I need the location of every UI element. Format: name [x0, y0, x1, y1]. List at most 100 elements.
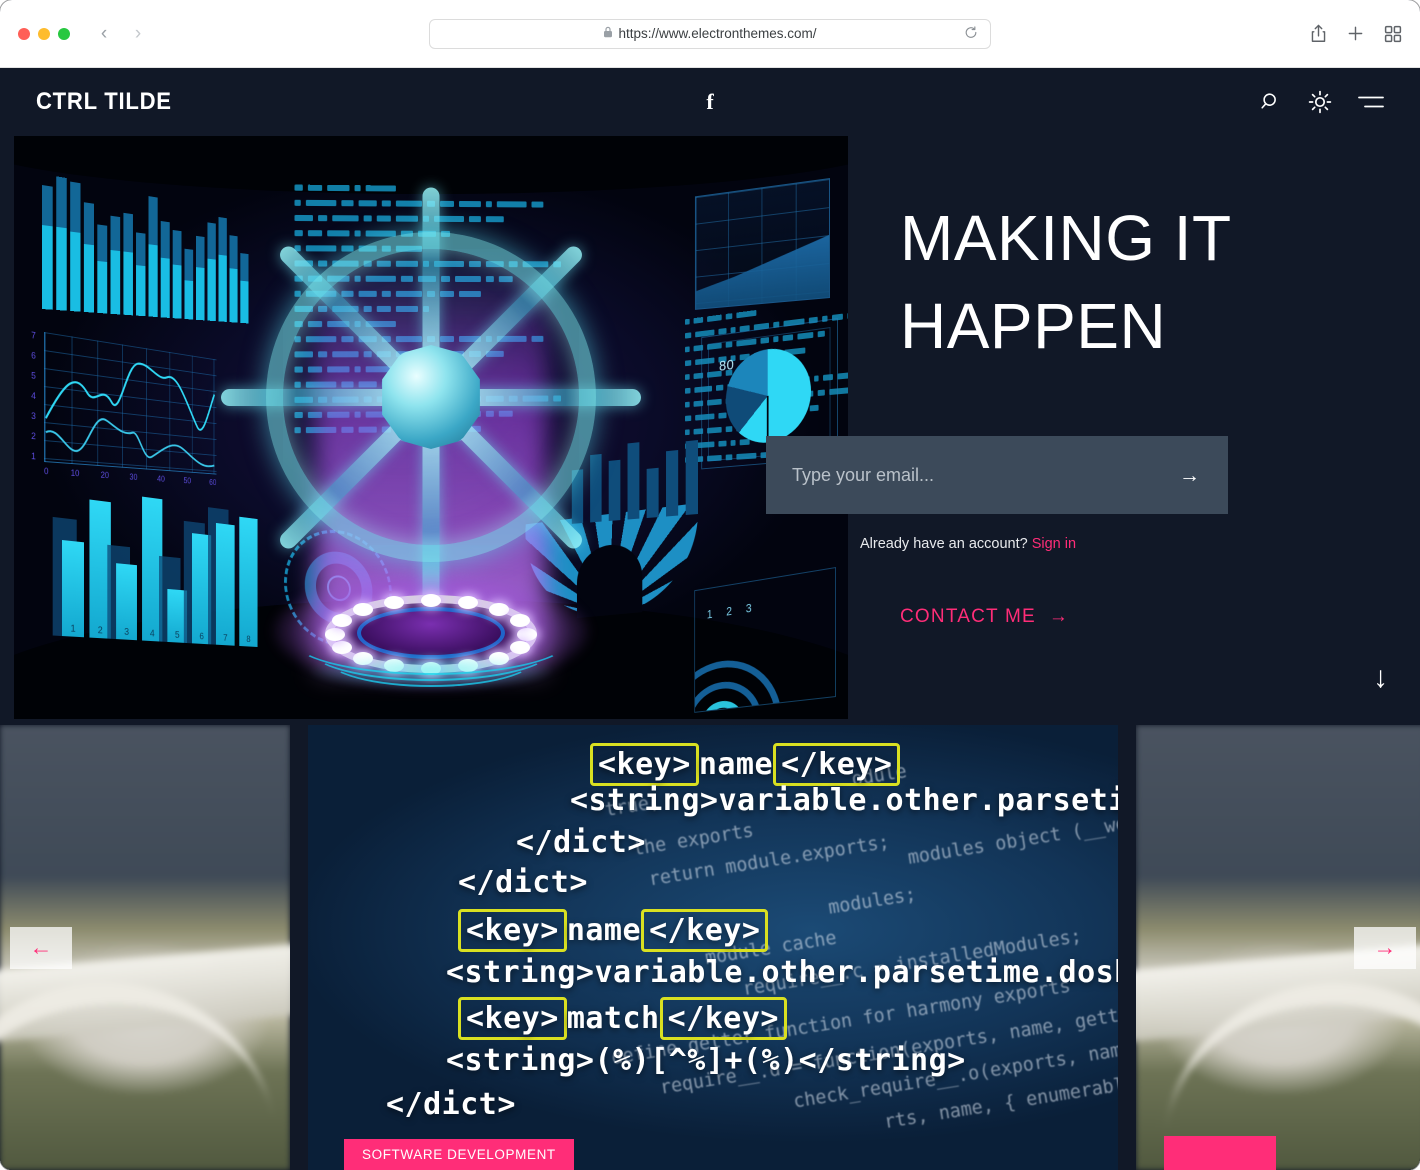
axis-tick-label: 7 [31, 329, 36, 341]
email-submit-button[interactable]: → [1177, 461, 1202, 490]
slide-category-badge-right[interactable] [1164, 1136, 1276, 1170]
url-text: https://www.electronthemes.com/ [618, 26, 817, 41]
bar-upper [42, 184, 53, 227]
hero-artwork: 7654321 0 10 20 30 40 50 60 12345678 80 … [14, 136, 848, 719]
data-chip [468, 216, 481, 223]
tab-overview-icon[interactable] [1384, 25, 1402, 43]
ring-label: 2 [726, 604, 732, 619]
window-zoom-button[interactable] [58, 27, 70, 40]
forward-button[interactable]: › [126, 19, 150, 49]
image-carousel: ← true; odule the exports return module.exp… [0, 719, 1420, 1170]
code-photo: true; odule the exports return module.expor… [308, 725, 1118, 1170]
data-chip [381, 200, 391, 207]
data-chip [684, 387, 691, 394]
bar [160, 220, 170, 318]
numbered-bar-group: 12345678 [52, 486, 258, 648]
bar: 1 [52, 516, 85, 638]
line-chart-y-axis: 7 6 5 4 3 2 1 [31, 330, 36, 461]
bar-lower [70, 231, 81, 312]
code-highlight-box: </key> [641, 909, 769, 952]
stripe-bar [608, 459, 621, 521]
bar-upper [123, 212, 133, 253]
data-chip [294, 214, 313, 222]
code-line: <string>(%)[^%]+(%)</string> [446, 1043, 966, 1078]
bar-upper [56, 176, 67, 229]
code-line: <key> match </key> [458, 997, 787, 1040]
artwork-ship-wheel [221, 187, 641, 607]
data-chip [684, 318, 690, 325]
bar-lower [42, 225, 53, 310]
contact-me-button[interactable]: CONTACT ME → [900, 606, 1069, 628]
data-chip [440, 200, 455, 207]
back-button[interactable]: ‹ [92, 19, 116, 49]
new-tab-icon[interactable] [1347, 25, 1364, 42]
data-chip [736, 310, 757, 319]
email-input[interactable] [792, 464, 1177, 486]
carousel-prev-button[interactable]: ← [10, 926, 72, 969]
search-icon[interactable] [1260, 91, 1282, 113]
bar-upper [97, 224, 108, 263]
data-chip [707, 314, 722, 323]
contact-me-label: CONTACT ME [900, 606, 1036, 627]
address-bar[interactable]: https://www.electronthemes.com/ [429, 18, 991, 49]
facebook-icon[interactable]: f [706, 91, 713, 113]
donut-value: 80 [719, 356, 735, 375]
artwork-area-chart [694, 178, 830, 310]
window-traffic-lights [18, 27, 70, 40]
artwork-concentric-rings: 123 [694, 567, 836, 713]
sign-in-link[interactable]: Sign in [1032, 536, 1076, 552]
artwork-bar-chart-numbered: 12345678 [52, 486, 258, 648]
bar-lower [196, 266, 205, 321]
data-chip [354, 185, 361, 192]
scroll-down-button[interactable]: ↓ [1373, 663, 1388, 693]
bar-lower [110, 249, 121, 315]
bar-upper [196, 235, 205, 268]
reload-icon[interactable] [964, 25, 978, 42]
data-chip [485, 201, 492, 208]
data-chip [307, 184, 323, 191]
code-line: <string>variable.other.parsetime.dosbatc [446, 955, 1118, 990]
code-highlight-box: <key> [458, 909, 567, 952]
bar [42, 184, 53, 310]
data-chip [294, 199, 301, 206]
stripe-bar [685, 440, 698, 515]
code-highlight-box: </key> [773, 743, 901, 786]
bar [110, 216, 121, 315]
site-logo[interactable]: CTRL TILDE [36, 88, 172, 116]
axis-tick-label: 6 [31, 350, 36, 361]
sun-icon[interactable] [1308, 90, 1332, 114]
window-close-button[interactable] [18, 27, 30, 40]
arrow-right-icon: → [1048, 606, 1070, 627]
data-chip [341, 200, 354, 207]
bar-value: 3 [116, 563, 137, 641]
carousel-slide-left[interactable]: ← [0, 725, 290, 1170]
bar-lower [207, 258, 216, 322]
carousel-slide-right[interactable]: → [1136, 725, 1420, 1170]
carousel-next-button[interactable]: → [1354, 926, 1416, 969]
slide-category-badge[interactable]: SOFTWARE DEVELOPMENT [344, 1139, 574, 1170]
code-highlight-box: </key> [659, 997, 787, 1040]
window-minimize-button[interactable] [38, 27, 50, 40]
data-chip [531, 201, 544, 208]
bar: 7 [207, 507, 235, 646]
carousel-slide-center[interactable]: true; odule the exports return module.expor… [308, 725, 1118, 1170]
axis-tick-label: 30 [129, 471, 138, 482]
code-highlight-box: <key> [458, 997, 567, 1040]
bar-lower [229, 268, 238, 323]
bar-lower [240, 280, 249, 324]
bar [83, 201, 94, 313]
axis-tick-label: 3 [31, 410, 36, 422]
data-chip [496, 201, 527, 208]
data-chip [318, 215, 328, 222]
bar-upper [70, 181, 81, 233]
bar [229, 235, 238, 323]
axis-tick-label: 2 [31, 430, 36, 442]
data-chip [684, 332, 692, 339]
axis-tick-label: 40 [157, 473, 165, 484]
email-input-box[interactable]: → [766, 436, 1228, 514]
hamburger-menu-icon[interactable] [1358, 93, 1384, 111]
data-chip [327, 184, 350, 192]
ring-label: 3 [745, 601, 752, 616]
ring-labels: 123 [707, 601, 752, 621]
share-icon[interactable] [1310, 24, 1327, 43]
